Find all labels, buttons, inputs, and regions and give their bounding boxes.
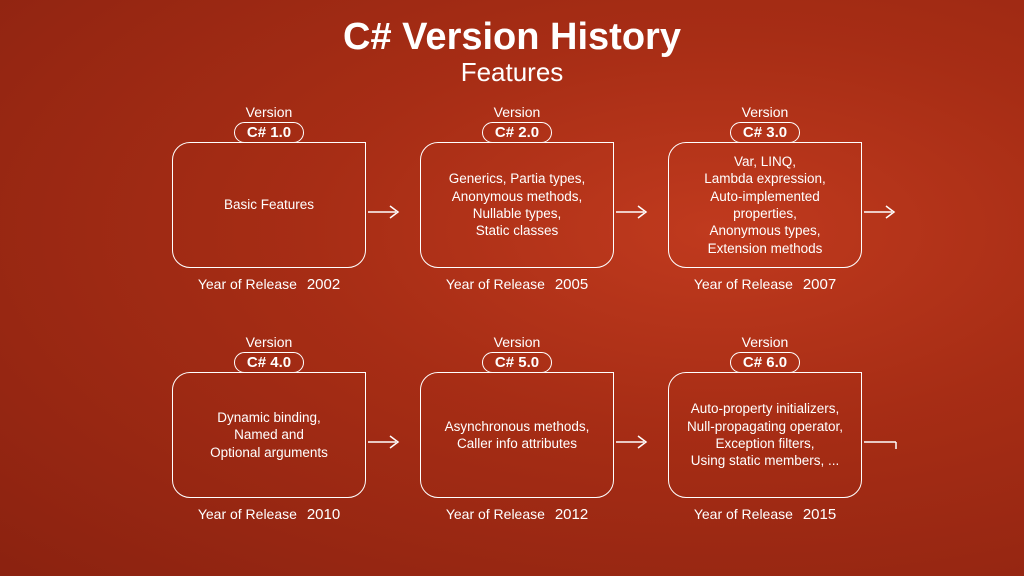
arrow-right-icon [616, 434, 650, 450]
page-title: C# Version History [0, 16, 1024, 59]
arrow-right-icon [368, 204, 402, 220]
release-label: Year of Release [694, 276, 793, 292]
release-year: 2005 [555, 276, 588, 293]
release-year: 2010 [307, 506, 340, 523]
release-row: Year of Release 2005 [402, 276, 632, 293]
header: C# Version History Features [0, 0, 1024, 88]
version-pill: C# 2.0 [482, 122, 552, 143]
version-pill: C# 4.0 [234, 352, 304, 373]
release-row: Year of Release 2012 [402, 506, 632, 523]
feature-text: Generics, Partia types,Anonymous methods… [449, 170, 586, 239]
feature-box: Basic Features [172, 142, 366, 268]
release-row: Year of Release 2015 [650, 506, 880, 523]
version-cell: Version C# 1.0 Basic Features Year of Re… [154, 102, 384, 322]
feature-text: Basic Features [224, 196, 314, 213]
feature-box: Dynamic binding,Named andOptional argume… [172, 372, 366, 498]
version-label: Version [402, 104, 632, 120]
release-label: Year of Release [694, 506, 793, 522]
version-grid: Version C# 1.0 Basic Features Year of Re… [0, 102, 1024, 552]
version-cell: Version C# 5.0 Asynchronous methods,Call… [402, 332, 632, 552]
release-label: Year of Release [198, 276, 297, 292]
release-year: 2012 [555, 506, 588, 523]
version-label: Version [650, 104, 880, 120]
version-pill: C# 6.0 [730, 352, 800, 373]
version-cell: Version C# 6.0 Auto-property initializer… [650, 332, 880, 552]
feature-text: Auto-property initializers,Null-propagat… [687, 400, 843, 469]
version-pill: C# 1.0 [234, 122, 304, 143]
version-cell: Version C# 4.0 Dynamic binding,Named and… [154, 332, 384, 552]
feature-box: Generics, Partia types,Anonymous methods… [420, 142, 614, 268]
feature-box: Auto-property initializers,Null-propagat… [668, 372, 862, 498]
page-subtitle: Features [0, 57, 1024, 88]
arrow-right-icon [864, 204, 898, 220]
feature-text: Var, LINQ,Lambda expression,Auto-impleme… [679, 153, 851, 257]
release-year: 2007 [803, 276, 836, 293]
release-year: 2002 [307, 276, 340, 293]
version-label: Version [154, 334, 384, 350]
release-row: Year of Release 2002 [154, 276, 384, 293]
feature-text: Dynamic binding,Named andOptional argume… [210, 409, 328, 461]
feature-text: Asynchronous methods,Caller info attribu… [445, 418, 590, 453]
release-label: Year of Release [446, 276, 545, 292]
version-label: Version [402, 334, 632, 350]
version-pill: C# 5.0 [482, 352, 552, 373]
arrow-right-icon [864, 434, 898, 450]
release-label: Year of Release [446, 506, 545, 522]
release-row: Year of Release 2010 [154, 506, 384, 523]
version-cell: Version C# 2.0 Generics, Partia types,An… [402, 102, 632, 322]
version-label: Version [650, 334, 880, 350]
version-label: Version [154, 104, 384, 120]
release-label: Year of Release [198, 506, 297, 522]
version-pill: C# 3.0 [730, 122, 800, 143]
feature-box: Var, LINQ,Lambda expression,Auto-impleme… [668, 142, 862, 268]
version-cell: Version C# 3.0 Var, LINQ,Lambda expressi… [650, 102, 880, 322]
release-year: 2015 [803, 506, 836, 523]
feature-box: Asynchronous methods,Caller info attribu… [420, 372, 614, 498]
arrow-right-icon [616, 204, 650, 220]
release-row: Year of Release 2007 [650, 276, 880, 293]
arrow-right-icon [368, 434, 402, 450]
